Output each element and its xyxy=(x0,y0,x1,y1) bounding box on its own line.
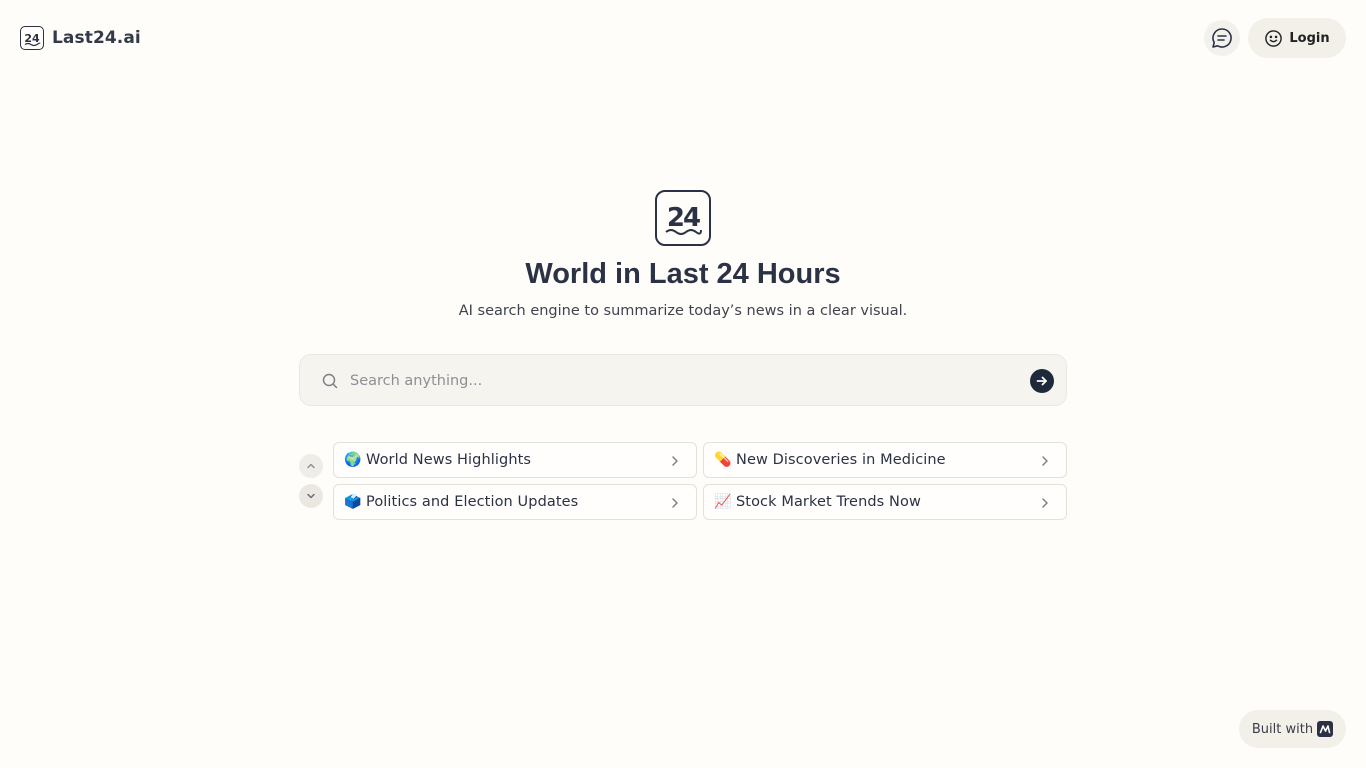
chevron-right-icon xyxy=(1042,498,1048,508)
suggestion-world-news[interactable]: 🌍 World News Highlights xyxy=(333,442,697,478)
suggestions-prev-button[interactable] xyxy=(299,454,323,478)
hero-logo-icon: 24 xyxy=(655,190,711,246)
search-box xyxy=(299,354,1067,406)
suggestion-label: New Discoveries in Medicine xyxy=(736,452,946,468)
svg-text:24: 24 xyxy=(24,32,40,45)
chevron-down-icon xyxy=(307,493,315,499)
arrow-right-icon xyxy=(1036,376,1047,386)
page-subtitle: AI search engine to summarize today’s ne… xyxy=(458,303,908,319)
search-input[interactable] xyxy=(348,365,1008,397)
pill-icon: 💊 xyxy=(714,452,732,468)
built-with-label: Built with xyxy=(1251,721,1314,737)
globe-icon: 🌍 xyxy=(344,452,362,468)
suggestions-next-button[interactable] xyxy=(299,484,323,508)
smile-icon xyxy=(1265,29,1283,47)
builder-logo-icon xyxy=(1317,721,1334,737)
suggestion-label: World News Highlights xyxy=(366,452,532,468)
suggestion-stock-market[interactable]: 📈 Stock Market Trends Now xyxy=(703,484,1067,520)
chevron-right-icon xyxy=(672,498,678,508)
ballot-box-icon: 🗳️ xyxy=(344,494,362,510)
brand-link[interactable]: 24 Last24.ai xyxy=(20,26,141,50)
login-label: Login xyxy=(1289,30,1330,46)
chat-icon xyxy=(1212,28,1232,48)
suggestion-medicine[interactable]: 💊 New Discoveries in Medicine xyxy=(703,442,1067,478)
suggestion-label: Politics and Election Updates xyxy=(366,494,579,510)
suggestion-label: Stock Market Trends Now xyxy=(736,494,921,510)
chart-up-icon: 📈 xyxy=(714,494,732,510)
search-submit-button[interactable] xyxy=(1030,369,1054,393)
brand-logo-icon: 24 xyxy=(20,26,44,50)
login-button[interactable]: Login xyxy=(1248,18,1346,58)
brand-name: Last24.ai xyxy=(52,28,141,48)
chevron-right-icon xyxy=(672,456,678,466)
svg-text:24: 24 xyxy=(667,203,700,233)
search-icon xyxy=(322,373,338,389)
suggestion-politics[interactable]: 🗳️ Politics and Election Updates xyxy=(333,484,697,520)
built-with-badge[interactable]: Built with xyxy=(1239,710,1346,748)
chevron-right-icon xyxy=(1042,456,1048,466)
page-title: World in Last 24 Hours xyxy=(525,258,841,290)
top-bar: 24 Last24.ai Login xyxy=(0,0,1366,76)
chevron-up-icon xyxy=(307,463,315,469)
chat-button[interactable] xyxy=(1204,20,1240,56)
